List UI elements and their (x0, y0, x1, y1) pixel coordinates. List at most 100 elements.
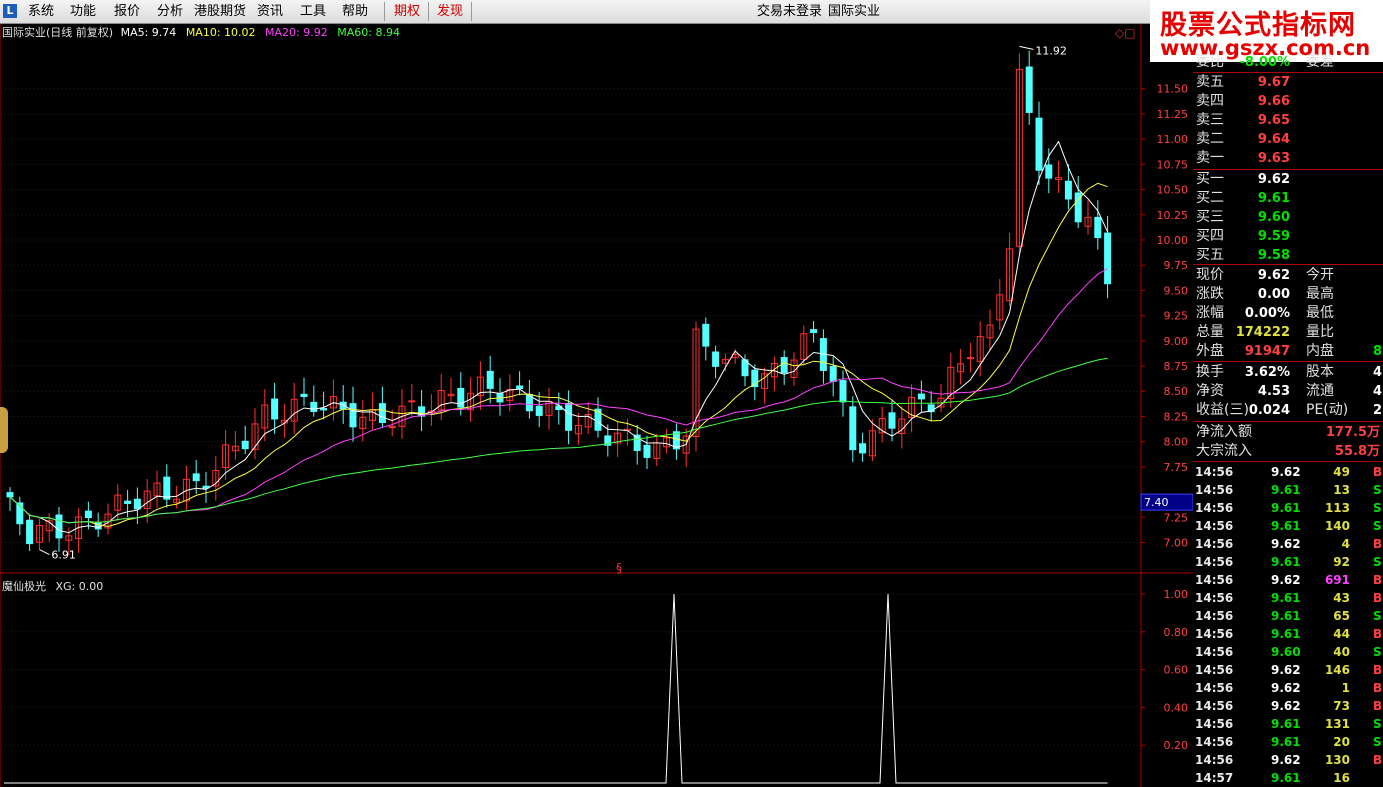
candle-body (133, 498, 141, 510)
flow-label: 净流入额 (1196, 424, 1252, 440)
ma5-label: MA5: 9.74 (120, 26, 177, 39)
stat-row: 涨跌 0.00 最高 (1193, 285, 1383, 304)
trade-tick-row[interactable]: 14:56 9.61 43 B (1193, 589, 1383, 607)
trade-time: 14:56 (1195, 645, 1234, 659)
trade-volume: 73 (1333, 699, 1350, 713)
trade-tick-row[interactable]: 14:56 9.61 113 S (1193, 499, 1383, 517)
menu-tools[interactable]: 工具 (300, 3, 326, 21)
trade-time: 14:56 (1195, 501, 1234, 515)
divider (1193, 421, 1383, 422)
candle-body (859, 443, 867, 454)
stat2-row: 收益(三) 0.024 PE(动) 2 (1193, 401, 1383, 420)
bid-row: 买五 9.58 (1193, 246, 1383, 265)
price-tick-label: 11.25 (1157, 108, 1189, 121)
trade-side: S (1373, 609, 1382, 623)
side-panel-toggle-handle[interactable] (0, 407, 8, 453)
trade-tick-row[interactable]: 14:56 9.61 65 S (1193, 607, 1383, 625)
bid-row: 买三 9.60 (1193, 208, 1383, 227)
trade-price: 9.62 (1271, 465, 1301, 479)
stat-label: 涨幅 (1196, 305, 1224, 321)
trade-tick-row[interactable]: 14:56 9.61 44 B (1193, 625, 1383, 643)
indicator-tick-label: 0.20 (1164, 739, 1189, 752)
menu-options[interactable]: 期权 (394, 3, 420, 21)
trade-tick-row[interactable]: 14:56 9.62 691 B (1193, 571, 1383, 589)
app-logo-icon[interactable]: L (3, 4, 17, 18)
trade-price: 9.62 (1271, 663, 1301, 677)
trade-tick-row[interactable]: 14:56 9.62 146 B (1193, 661, 1383, 679)
candle-body (388, 426, 396, 429)
stat2-label-2: 流通 (1306, 383, 1334, 399)
stat-value-2: 8 (1373, 344, 1383, 359)
candle-body (349, 403, 357, 428)
stat2-label-2: 股本 (1306, 364, 1334, 380)
menu-discover[interactable]: 发现 (437, 3, 463, 21)
trade-tick-row[interactable]: 14:56 9.61 13 S (1193, 481, 1383, 499)
ma60-line (9, 357, 1108, 524)
menu-quote[interactable]: 报价 (114, 3, 140, 21)
bid-price: 9.60 (1257, 210, 1290, 225)
trade-tick-row[interactable]: 14:56 9.61 92 S (1193, 553, 1383, 571)
trade-tick-row[interactable]: 14:56 9.62 49 B (1193, 463, 1383, 481)
menu-function[interactable]: 功能 (70, 3, 96, 21)
weibi-value: -8.00% (1239, 55, 1291, 70)
menu-hk-futures[interactable]: 港股期货 (194, 3, 246, 21)
menu-separator (428, 2, 429, 21)
menu-help[interactable]: 帮助 (342, 3, 368, 21)
trade-side: S (1373, 519, 1382, 533)
stat2-label: 净资 (1196, 383, 1224, 399)
trade-time: 14:56 (1195, 483, 1234, 497)
candle-body (124, 500, 132, 504)
trade-tick-row[interactable]: 14:57 9.61 16 (1193, 769, 1383, 787)
trade-volume: 691 (1324, 573, 1350, 587)
trade-tick-row[interactable]: 14:56 9.62 1 B (1193, 679, 1383, 697)
chart-area[interactable]: 11.50 11.25 11.00 10.75 10.50 10.25 10.00 9.75 9… (0, 24, 1193, 787)
stat-label-2: 最低 (1306, 305, 1334, 321)
candle-body (829, 365, 837, 382)
trade-volume: 13 (1333, 483, 1350, 497)
trade-tick-row[interactable]: 14:56 9.61 131 S (1193, 715, 1383, 733)
price-tick-label: 11.00 (1157, 133, 1189, 146)
menu-analysis[interactable]: 分析 (157, 3, 183, 21)
bid-row: 买二 9.61 (1193, 189, 1383, 208)
divider (1193, 461, 1383, 462)
bid-price: 9.58 (1257, 248, 1290, 263)
bid-row: 买一 9.62 (1193, 170, 1383, 189)
trade-time: 14:56 (1195, 699, 1234, 713)
candle-body (163, 476, 171, 500)
stat-value: 174222 (1235, 325, 1290, 340)
price-tick-label: 11.50 (1157, 83, 1189, 96)
bid-level-label: 买二 (1196, 190, 1224, 206)
price-tick-label: 7.75 (1164, 461, 1189, 474)
chart-corner-icons[interactable]: ◇□ (1115, 25, 1136, 41)
weibi-label: 委比 (1196, 54, 1224, 70)
cursor-price-label: 7.40 (1144, 496, 1169, 509)
trade-price: 9.62 (1271, 681, 1301, 695)
trade-tick-row[interactable]: 14:56 9.61 20 S (1193, 733, 1383, 751)
trade-volume: 65 (1333, 609, 1350, 623)
price-tick-label: 10.00 (1157, 234, 1189, 247)
trade-side: B (1373, 573, 1383, 587)
trade-tick-row[interactable]: 14:56 9.62 4 B (1193, 535, 1383, 553)
trade-tick-row[interactable]: 14:56 9.61 140 S (1193, 517, 1383, 535)
trade-price: 9.61 (1271, 519, 1301, 533)
menu-news[interactable]: 资讯 (257, 3, 283, 21)
stat-value: 91947 (1244, 344, 1290, 359)
ask-level-label: 卖五 (1196, 74, 1224, 90)
trade-tick-row[interactable]: 14:56 9.60 40 S (1193, 643, 1383, 661)
ask-row: 卖三 9.65 (1193, 111, 1383, 130)
menu-system[interactable]: 系统 (28, 3, 54, 21)
trade-side: B (1373, 537, 1383, 551)
trade-time: 14:56 (1195, 753, 1234, 767)
ask-price: 9.63 (1257, 151, 1290, 166)
trade-time: 14:56 (1195, 573, 1234, 587)
ma60-label: MA60: 8.94 (337, 26, 400, 39)
trade-price: 9.60 (1271, 645, 1301, 659)
ask-level-label: 卖二 (1196, 131, 1224, 147)
trade-tick-row[interactable]: 14:56 9.62 130 B (1193, 751, 1383, 769)
trade-tick-row[interactable]: 14:56 9.62 73 B (1193, 697, 1383, 715)
login-status[interactable]: 交易未登录 (757, 3, 822, 21)
kline-chart[interactable]: 11.50 11.25 11.00 10.75 10.50 10.25 10.00 9.75 9… (0, 24, 1193, 787)
trade-volume: 16 (1333, 771, 1350, 785)
stat2-value: 0.024 (1248, 403, 1290, 418)
trade-price: 9.61 (1271, 555, 1301, 569)
